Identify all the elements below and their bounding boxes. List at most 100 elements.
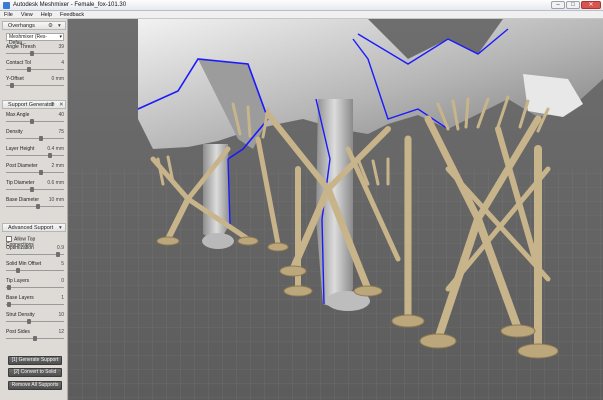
support-base: [267, 242, 289, 252]
base-diameter-slider[interactable]: [35, 204, 40, 209]
optimization-label: Optimization: [6, 245, 34, 251]
support-base: [353, 285, 383, 297]
tip-diameter-slider[interactable]: [30, 187, 35, 192]
settings-icon[interactable]: ⚙: [48, 22, 53, 30]
angle-thresh-track[interactable]: [6, 53, 64, 54]
chevron-down-icon[interactable]: ▾: [59, 224, 62, 232]
support-generator-title: Support Generator: [8, 102, 54, 108]
menu-bar: File View Help Feedback: [0, 11, 603, 19]
menu-feedback[interactable]: Feedback: [56, 11, 88, 19]
max-angle-value[interactable]: 40: [58, 112, 64, 118]
max-angle-slider[interactable]: [30, 119, 35, 124]
support-base: [156, 236, 180, 246]
layer-height-label: Layer Height: [6, 146, 35, 152]
convert-to-solid-button[interactable]: [2] Convert to Solid: [8, 368, 62, 377]
post-diameter-slider[interactable]: [38, 170, 43, 175]
tip-layers-value[interactable]: 0: [61, 278, 64, 284]
layer-height-number: 0.4: [47, 146, 55, 152]
post-sides-slider[interactable]: [33, 336, 37, 341]
strut-density-value[interactable]: 10: [58, 312, 64, 318]
window-title: Autodesk Meshmixer - Female_fox-101.30: [13, 2, 127, 8]
support-generator-header[interactable]: Support Generator ⚙ ✕: [2, 100, 66, 109]
solid-min-offset-value[interactable]: 5: [61, 261, 64, 267]
base-layers-label: Base Layers: [6, 295, 34, 301]
menu-file[interactable]: File: [0, 11, 17, 19]
post-diameter-label: Post Diameter: [6, 163, 38, 169]
app-icon: [3, 2, 10, 9]
overhangs-title: Overhangs: [8, 23, 35, 29]
contact-tol-label: Contact Tol: [6, 60, 31, 66]
support-base: [279, 265, 307, 277]
density-param: Density 75: [6, 129, 64, 143]
tip-layers-track[interactable]: [6, 287, 64, 288]
tip-diameter-track[interactable]: [6, 189, 64, 190]
angle-thresh-value[interactable]: 39: [58, 44, 64, 50]
solid-min-offset-track[interactable]: [6, 270, 64, 271]
layer-height-unit: mm: [55, 146, 64, 152]
angle-thresh-slider[interactable]: [30, 51, 35, 56]
max-angle-label: Max Angle: [6, 112, 30, 118]
strut-density-track[interactable]: [6, 321, 64, 322]
support-base: [500, 324, 536, 338]
chevron-down-icon[interactable]: ▾: [58, 22, 61, 30]
max-angle-param: Max Angle 40: [6, 112, 64, 126]
density-label: Density: [6, 129, 23, 135]
advanced-support-header[interactable]: Advanced Support ▾: [2, 223, 66, 232]
contact-tol-slider[interactable]: [27, 67, 32, 72]
base-diameter-label: Base Diameter: [6, 197, 40, 203]
overhangs-header[interactable]: Overhangs ⚙ ▾: [2, 21, 66, 30]
density-value[interactable]: 75: [58, 129, 64, 135]
base-layers-track[interactable]: [6, 304, 64, 305]
y-offset-track[interactable]: [6, 85, 64, 86]
close-icon[interactable]: ✕: [59, 101, 64, 109]
remove-all-supports-button[interactable]: Remove All Supports: [8, 381, 62, 390]
contact-tol-value[interactable]: 4: [61, 60, 64, 66]
post-sides-param: Post Sides 12: [6, 329, 64, 343]
menu-help[interactable]: Help: [37, 11, 56, 19]
y-offset-slider[interactable]: [9, 83, 14, 88]
layer-height-value[interactable]: 0.4 mm: [47, 146, 64, 152]
post-diameter-track[interactable]: [6, 172, 64, 173]
solid-min-offset-slider[interactable]: [15, 268, 20, 273]
strut-density-slider[interactable]: [27, 319, 32, 324]
base-diameter-number: 10: [48, 197, 55, 203]
generate-support-button[interactable]: [1] Generate Support: [8, 356, 62, 365]
density-track[interactable]: [6, 138, 64, 139]
layer-height-track[interactable]: [6, 155, 64, 156]
post-diameter-value[interactable]: 2 mm: [51, 163, 64, 169]
base-diameter-value[interactable]: 10 mm: [49, 197, 64, 203]
checkbox-box[interactable]: [6, 236, 12, 242]
scene-canvas[interactable]: [68, 19, 603, 400]
base-layers-value[interactable]: 1: [61, 295, 64, 301]
minimize-button[interactable]: –: [551, 1, 565, 9]
solid-min-offset-label: Solid Min Offset: [6, 261, 42, 267]
preset-dropdown[interactable]: Meshmixer (Res-Defau... ▾: [6, 33, 64, 46]
tip-diameter-value[interactable]: 0.6 mm: [47, 180, 64, 186]
contact-tol-track[interactable]: [6, 69, 64, 70]
post-diameter-param: Post Diameter 2 mm: [6, 163, 64, 177]
viewport-3d[interactable]: [68, 19, 603, 400]
optimization-value[interactable]: 0.9: [57, 245, 64, 251]
layer-height-slider[interactable]: [47, 153, 52, 158]
fox-front-left-leg: [203, 144, 230, 244]
menu-view[interactable]: View: [17, 11, 37, 19]
settings-icon[interactable]: ⚙: [50, 101, 55, 109]
tip-layers-slider[interactable]: [6, 285, 11, 290]
tip-layers-label: Tip Layers: [6, 278, 30, 284]
density-slider[interactable]: [38, 136, 43, 141]
support-base: [283, 285, 313, 297]
max-angle-track[interactable]: [6, 121, 64, 122]
title-bar: Autodesk Meshmixer - Female_fox-101.30 –…: [0, 0, 603, 11]
allow-top-connections-checkbox[interactable]: Allow Top Connections: [6, 236, 64, 248]
tip-diameter-param: Tip Diameter 0.6 mm: [6, 180, 64, 194]
solid-min-offset-param: Solid Min Offset 5: [6, 261, 64, 275]
post-diameter-unit: mm: [55, 163, 64, 169]
tip-diameter-unit: mm: [55, 180, 64, 186]
support-base: [419, 333, 457, 349]
close-button[interactable]: ✕: [581, 1, 601, 9]
optimization-slider[interactable]: [56, 252, 61, 257]
y-offset-value[interactable]: 0 mm: [51, 76, 64, 82]
post-sides-value[interactable]: 12: [58, 329, 64, 335]
maximize-button[interactable]: □: [566, 1, 580, 9]
base-layers-slider[interactable]: [6, 302, 11, 307]
